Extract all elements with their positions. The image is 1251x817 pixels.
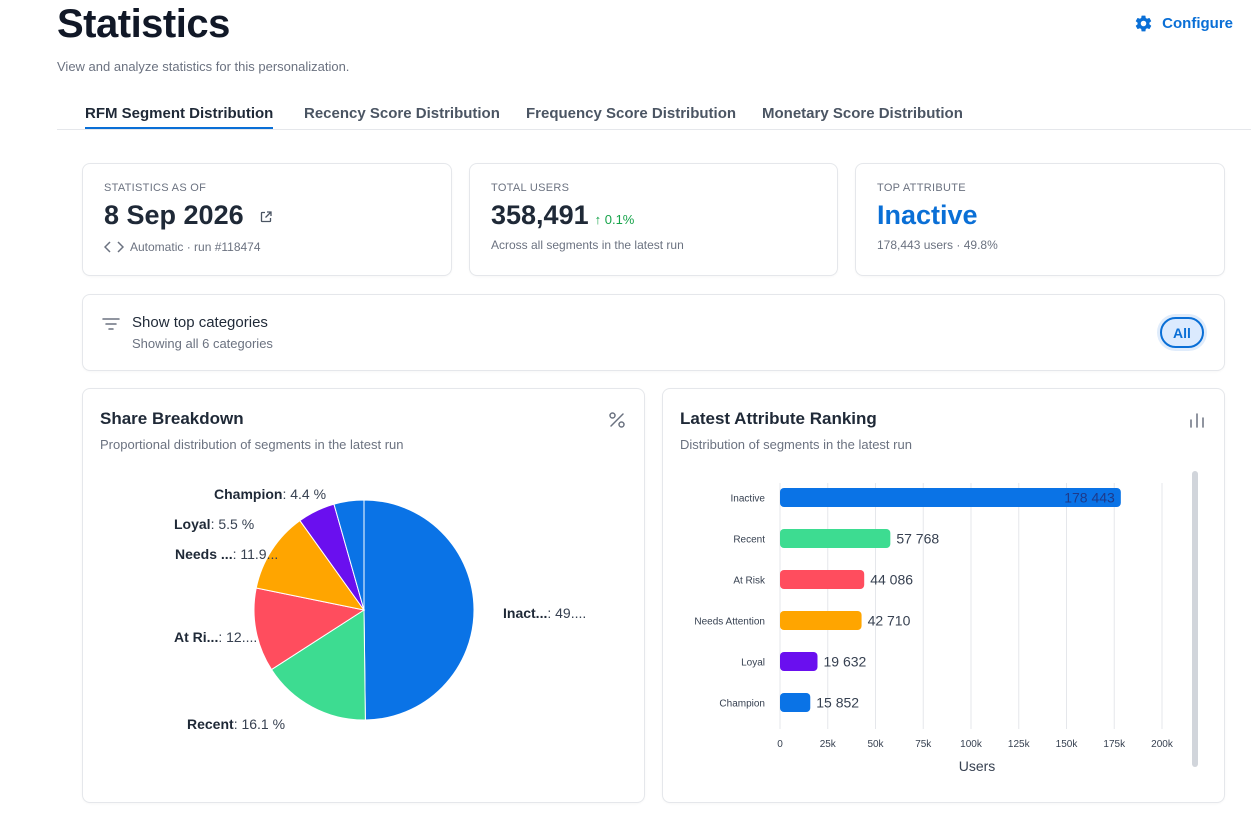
x-tick-label: 125k (1008, 739, 1031, 750)
x-tick-label: 25k (820, 739, 837, 750)
bar-value-label: 44 086 (870, 572, 913, 588)
y-category-label: Loyal (741, 658, 765, 669)
stat-value: 8 Sep 2026 (104, 200, 272, 231)
pie-slice-inactive[interactable] (363, 499, 475, 721)
bar-value-label: 42 710 (868, 613, 911, 629)
chart-scrollbar[interactable] (1192, 471, 1198, 767)
bar-champion[interactable] (780, 693, 811, 712)
y-category-label: At Risk (733, 576, 766, 587)
bar-needs-attention[interactable] (780, 611, 862, 630)
x-tick-label: 0 (777, 739, 783, 750)
x-tick-label: 50k (867, 739, 884, 750)
y-category-label: Inactive (731, 494, 766, 505)
filter-title: Show top categories (132, 314, 268, 331)
pie-label-needs-attention: Needs ...: 11.9... (175, 546, 279, 562)
tab-monetary-score-distribution[interactable]: Monetary Score Distribution (762, 105, 963, 122)
y-category-label: Recent (733, 535, 765, 546)
x-tick-label: 75k (915, 739, 932, 750)
x-tick-label: 200k (1151, 739, 1174, 750)
page-title: Statistics (57, 2, 230, 46)
stat-label: STATISTICS AS OF (104, 182, 207, 194)
tab-recency-score-distribution[interactable]: Recency Score Distribution (304, 105, 500, 122)
stat-card-total-users: TOTAL USERS 358,491 ↑ 0.1% Across all seg… (469, 163, 838, 276)
external-link-icon[interactable] (260, 211, 272, 223)
tab-rfm-segment-distribution[interactable]: RFM Segment Distribution (85, 105, 273, 122)
bar-value-label: 57 768 (896, 531, 939, 547)
active-tab-indicator (85, 127, 273, 129)
tab-frequency-score-distribution[interactable]: Frequency Score Distribution (526, 105, 736, 122)
code-icon (104, 241, 124, 253)
share-breakdown-panel: Share Breakdown Proportional distributio… (82, 388, 645, 803)
pie-chart (253, 499, 475, 721)
bar-value-label: 15 852 (816, 695, 859, 711)
total-users-value: 358,491 (491, 200, 589, 230)
pie-label-inactive: Inact...: 49.... (503, 605, 587, 621)
bar-at-risk[interactable] (780, 570, 865, 589)
bar-value-label: 19 632 (823, 654, 866, 670)
stat-card-top-attribute: TOP ATTRIBUTE Inactive 178,443 users · 4… (855, 163, 1225, 276)
filter-subtitle: Showing all 6 categories (132, 336, 273, 351)
stat-card-as-of: STATISTICS AS OF 8 Sep 2026 Automatic · … (82, 163, 452, 276)
bar-chart: 0 25k 50k 75k 100k 125k 150k 175k 200k Users Inact… (694, 483, 1174, 774)
stat-label: TOP ATTRIBUTE (877, 182, 966, 194)
top-attribute-value: Inactive (877, 200, 978, 230)
stat-sub: 178,443 users · 49.8% (877, 238, 998, 252)
all-categories-button[interactable]: All (1160, 317, 1204, 348)
stat-sub: Across all segments in the latest run (491, 238, 684, 252)
x-tick-label: 100k (960, 739, 983, 750)
attribute-ranking-panel: Latest Attribute Ranking Distribution of… (662, 388, 1225, 803)
stat-sub: Automatic · run #118474 (104, 240, 261, 254)
x-tick-label: 150k (1056, 739, 1079, 750)
configure-button[interactable]: Configure (1134, 14, 1233, 33)
stat-value: 358,491 ↑ 0.1% (491, 200, 634, 231)
y-category-label: Needs Attention (694, 617, 765, 628)
filter-icon (102, 318, 120, 330)
x-axis-title: Users (959, 758, 996, 774)
y-category-label: Champion (719, 699, 765, 710)
stat-label: TOTAL USERS (491, 182, 570, 194)
pie-label-loyal: Loyal: 5.5 % (174, 516, 255, 532)
stat-date: 8 Sep 2026 (104, 200, 244, 230)
tab-bar: RFM Segment Distribution Recency Score D… (57, 100, 1251, 130)
trend-badge: ↑ 0.1% (594, 212, 635, 227)
bar-loyal[interactable] (780, 652, 818, 671)
bar-value-label: 178 443 (1064, 490, 1115, 506)
bar-recent[interactable] (780, 529, 891, 548)
pie-label-at-risk: At Ri...: 12.... (174, 629, 258, 645)
gear-icon (1135, 15, 1152, 32)
x-tick-label: 175k (1103, 739, 1126, 750)
filter-card: Show top categories Showing all 6 catego… (82, 294, 1225, 371)
configure-label: Configure (1162, 15, 1233, 32)
pie-label-recent: Recent: 16.1 % (187, 716, 286, 732)
pie-label-champion: Champion: 4.4 % (214, 486, 327, 502)
page-subtitle: View and analyze statistics for this per… (57, 59, 350, 74)
